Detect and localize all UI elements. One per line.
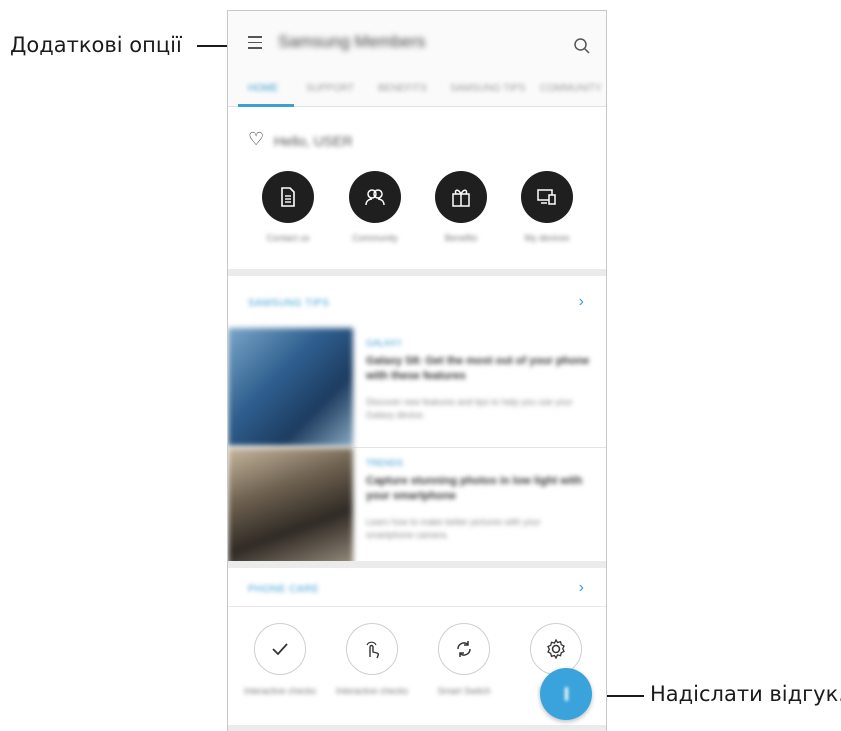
tips-section-title[interactable]: SAMSUNG TIPS (248, 298, 329, 309)
quick-action-label: Benefits (444, 233, 478, 243)
phone-care-section-title[interactable]: PHONE CARE (248, 584, 319, 595)
app-title: Samsung Members (278, 32, 426, 51)
quick-action-devices[interactable]: My devices (505, 171, 589, 243)
article-title: Capture stunning photos in low light wit… (366, 475, 583, 502)
chevron-right-icon[interactable]: › (579, 579, 584, 597)
article-thumbnail (228, 328, 353, 446)
tool-label: Interactive checks (335, 686, 409, 696)
settings-icon (530, 623, 582, 675)
callout-send-feedback: Надіслати відгук. (650, 682, 841, 706)
tool-smart-switch[interactable]: Smart Switch (418, 623, 510, 697)
quick-action-community[interactable]: Community (333, 171, 417, 243)
people-icon (349, 171, 401, 223)
app-bar: Samsung Members (228, 11, 606, 71)
greeting-text: Hello, USER (274, 133, 353, 149)
check-icon (254, 623, 306, 675)
article-thumbnail (228, 448, 353, 566)
sync-icon (438, 623, 490, 675)
bottom-strip (228, 725, 606, 731)
quick-action-label: Contact us (266, 233, 310, 243)
feedback-icon (564, 687, 568, 701)
quick-action-benefits[interactable]: Benefits (419, 171, 503, 243)
home-card: ♡ Hello, USER Contact us Community Benef… (228, 107, 606, 269)
section-divider (228, 561, 606, 568)
devices-icon (521, 171, 573, 223)
quick-action-contact[interactable]: Contact us (246, 171, 330, 243)
article-description: Learn how to make better pictures with y… (366, 517, 541, 540)
quick-action-label: My devices (524, 233, 570, 243)
tab-support[interactable]: SUPPORT (306, 83, 354, 94)
touch-icon (346, 623, 398, 675)
tab-samsung-tips[interactable]: SAMSUNG TIPS (450, 83, 525, 94)
article-item[interactable]: GALAXY Galaxy S8: Get the most out of yo… (228, 328, 606, 446)
callout-more-options: Додаткові опції (10, 33, 182, 57)
tool-interactive-checks[interactable]: Interactive checks (234, 623, 326, 697)
chevron-right-icon[interactable]: › (579, 293, 584, 311)
gift-icon (435, 171, 487, 223)
quick-action-label: Community (352, 233, 398, 243)
section-divider (228, 269, 606, 276)
more-options-menu-icon[interactable] (248, 36, 262, 49)
tips-card: SAMSUNG TIPS › GALAXY Galaxy S8: Get the… (228, 276, 606, 566)
tab-bar: HOME SUPPORT BENEFITS SAMSUNG TIPS COMMU… (228, 71, 606, 107)
phone-screen: Samsung Members HOME SUPPORT BENEFITS SA… (227, 10, 607, 731)
article-title: Galaxy S8: Get the most out of your phon… (366, 355, 590, 382)
tool-touch-test[interactable]: Interactive checks (326, 623, 418, 697)
article-item[interactable]: TRENDS Capture stunning photos in low li… (228, 448, 606, 566)
article-category: GALAXY (366, 338, 403, 348)
tool-label: Smart Switch (437, 686, 491, 696)
document-icon (262, 171, 314, 223)
send-feedback-button[interactable] (540, 668, 592, 720)
article-category: TRENDS (366, 458, 404, 468)
tab-community[interactable]: COMMUNITY (540, 83, 602, 94)
search-icon[interactable] (573, 37, 591, 55)
section-divider-line (228, 606, 606, 607)
tool-label: Interactive checks (243, 686, 317, 696)
tab-benefits[interactable]: BENEFITS (378, 83, 427, 94)
article-description: Discover new features and tips to help y… (366, 397, 573, 420)
hand-heart-icon: ♡ (248, 129, 265, 149)
tab-home[interactable]: HOME (248, 83, 278, 94)
